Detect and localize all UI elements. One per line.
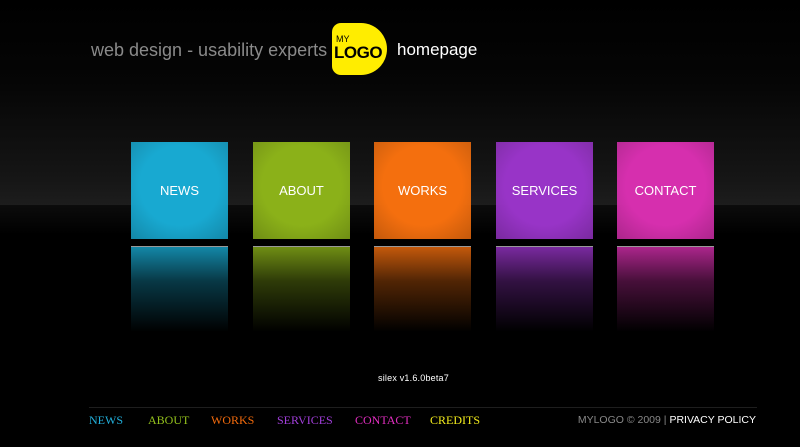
- footer-link-credits[interactable]: CREDITS: [430, 413, 480, 428]
- tagline: web design - usability experts: [91, 40, 328, 60]
- tile-label: NEWS: [160, 183, 199, 198]
- tile-services[interactable]: SERVICES: [496, 142, 593, 239]
- footer-link-works[interactable]: WORKS: [211, 413, 254, 428]
- tile-label: WORKS: [397, 183, 448, 198]
- tile-contact[interactable]: CONTACT: [617, 142, 714, 239]
- footer-divider: [89, 407, 757, 408]
- footer-link-services[interactable]: SERVICES: [277, 413, 333, 428]
- footer-separator: |: [663, 414, 667, 426]
- tile-news[interactable]: NEWS: [131, 142, 228, 239]
- logo[interactable]: MY LOGO: [332, 23, 387, 75]
- reflection-contact: [617, 246, 714, 332]
- tile-label: SERVICES: [511, 183, 578, 198]
- tile-label: CONTACT: [634, 183, 697, 198]
- footer-link-contact[interactable]: CONTACT: [355, 413, 411, 428]
- logo-big-text: LOGO: [334, 43, 383, 62]
- footer-link-news[interactable]: NEWS: [89, 413, 123, 428]
- page-title: homepage: [397, 40, 478, 59]
- reflection-news: [131, 246, 228, 332]
- reflection-services: [496, 246, 593, 332]
- footer-link-about[interactable]: ABOUT: [148, 413, 189, 428]
- tile-about[interactable]: ABOUT: [253, 142, 350, 239]
- reflection-works: [374, 246, 471, 332]
- copyright-text: MYLOGO © 2009: [577, 414, 661, 426]
- tile-label: ABOUT: [279, 183, 324, 198]
- footer-legal: MYLOGO © 2009 | PRIVACY POLICY: [578, 414, 756, 426]
- version-text: silex v1.6.0beta7: [378, 373, 449, 383]
- reflection-about: [253, 246, 350, 332]
- tile-works[interactable]: WORKS: [374, 142, 471, 239]
- privacy-policy-link[interactable]: PRIVACY POLICY: [669, 414, 756, 426]
